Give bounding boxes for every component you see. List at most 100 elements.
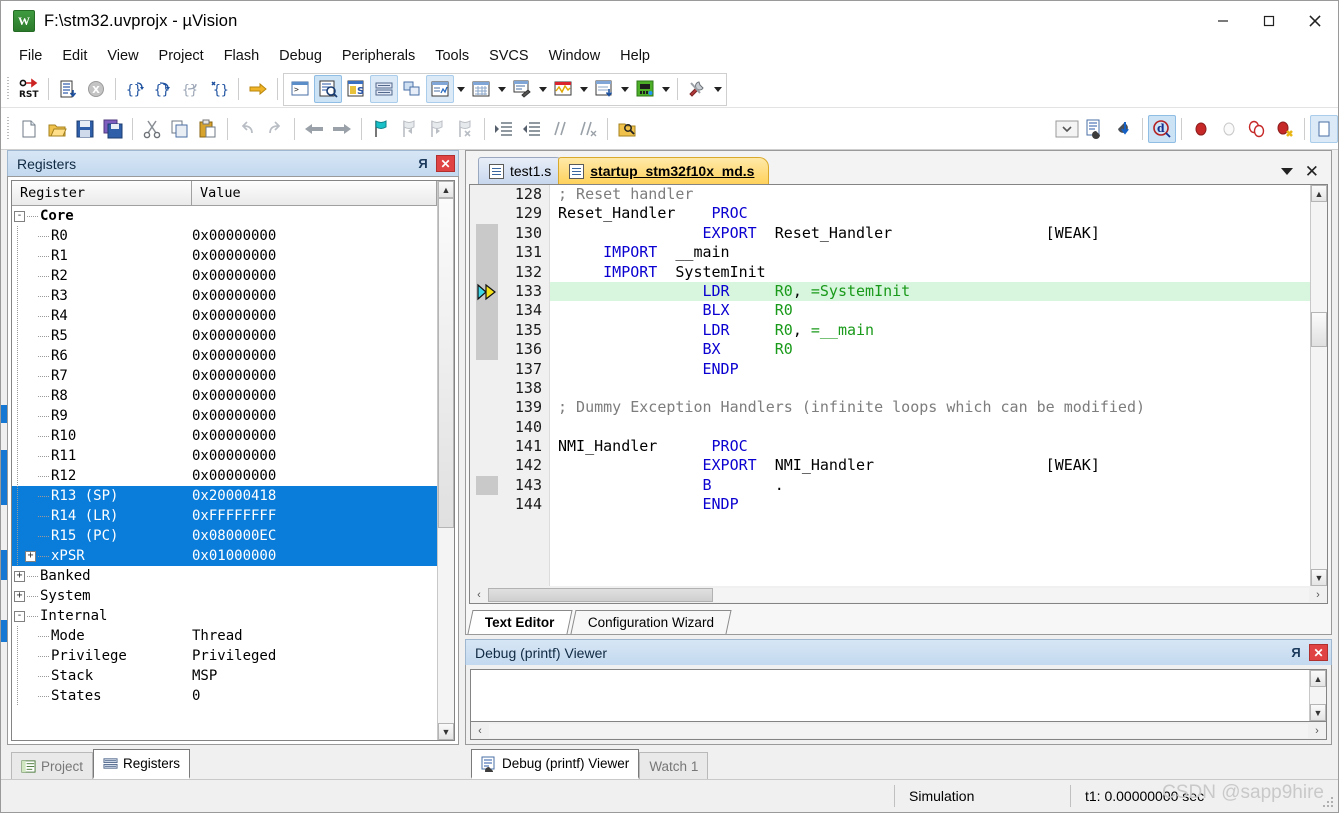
run-to-cursor-icon[interactable]: {} — [205, 75, 233, 103]
code-line[interactable]: ENDP — [550, 495, 1310, 514]
code-line[interactable]: BX R0 — [550, 340, 1310, 359]
scroll-track[interactable] — [438, 198, 454, 723]
stop-icon[interactable]: X — [82, 75, 110, 103]
expand-icon[interactable]: + — [14, 570, 25, 582]
doc-tab-startup-stm32f10x-md[interactable]: startup_stm32f10x_md.s — [558, 157, 770, 184]
register-row[interactable]: Stack MSP — [12, 666, 437, 686]
code-line[interactable] — [550, 418, 1310, 437]
scroll-down-button[interactable]: ▼ — [438, 723, 454, 740]
code-line[interactable]: BLX R0 — [550, 301, 1310, 320]
disable-all-breakpoints-icon[interactable] — [1243, 115, 1271, 143]
code-line[interactable]: LDR R0, =SystemInit — [550, 281, 1310, 302]
undo-icon[interactable] — [233, 115, 261, 143]
analysis-window-icon[interactable] — [549, 75, 577, 103]
register-row[interactable]: R9 0x00000000 — [12, 406, 437, 426]
column-header-register[interactable]: Register — [12, 181, 192, 206]
expand-icon[interactable]: + — [25, 550, 36, 562]
indent-icon[interactable] — [490, 115, 518, 143]
register-row[interactable]: R0 0x00000000 — [12, 226, 437, 246]
toolbox-icon[interactable] — [683, 75, 711, 103]
register-row[interactable]: - Core — [12, 206, 437, 226]
resize-grip[interactable] — [1321, 795, 1335, 809]
tab-text-editor[interactable]: Text Editor — [467, 610, 573, 634]
toolbar-grip[interactable] — [5, 116, 12, 141]
registers-scrollbar[interactable]: ▲ ▼ — [437, 181, 454, 740]
close-icon[interactable]: ✕ — [1309, 644, 1328, 661]
bookmark-toggle-icon[interactable] — [367, 115, 395, 143]
system-viewer-icon[interactable] — [631, 75, 659, 103]
code-line[interactable]: NMI_Handler PROC — [550, 437, 1310, 456]
scroll-thumb[interactable] — [438, 198, 454, 528]
chevron-down-icon[interactable] — [1280, 168, 1293, 175]
menu-project[interactable]: Project — [149, 45, 214, 67]
scroll-track[interactable] — [1310, 687, 1326, 704]
paste-icon[interactable] — [194, 115, 222, 143]
target-selector-icon[interactable] — [1053, 115, 1081, 143]
tab-configuration-wizard[interactable]: Configuration Wizard — [569, 610, 732, 634]
register-row[interactable]: R1 0x00000000 — [12, 246, 437, 266]
code-editor[interactable]: 128 129 130 131 132 133 134 135 136 137 138 139 140 1… — [469, 184, 1328, 586]
scroll-up-button[interactable]: ▲ — [1311, 185, 1327, 202]
system-viewer-dropdown[interactable] — [659, 75, 672, 103]
serial-window-icon[interactable] — [508, 75, 536, 103]
register-row[interactable]: R2 0x00000000 — [12, 266, 437, 286]
target-options-icon[interactable] — [1081, 115, 1109, 143]
close-icon[interactable]: ✕ — [1305, 163, 1319, 180]
command-window-icon[interactable]: > — [286, 75, 314, 103]
code-line[interactable]: ; Reset handler — [550, 185, 1310, 204]
register-row[interactable]: Mode Thread — [12, 626, 437, 646]
kill-all-breakpoints-icon[interactable] — [1271, 115, 1299, 143]
doc-tab-test1[interactable]: test1.s — [478, 157, 567, 184]
code-line[interactable]: Reset_Handler PROC — [550, 204, 1310, 223]
register-row[interactable]: + xPSR 0x01000000 — [12, 546, 437, 566]
minimize-button[interactable] — [1200, 1, 1246, 41]
cut-icon[interactable] — [138, 115, 166, 143]
code-line[interactable]: ENDP — [550, 360, 1310, 379]
dock-tab-watch-1[interactable]: Watch 1 — [639, 752, 709, 779]
run-icon[interactable] — [54, 75, 82, 103]
dock-tab-debug-printf-viewer[interactable]: Debug (printf) Viewer — [471, 749, 640, 779]
expand-icon[interactable]: + — [14, 590, 25, 602]
scroll-right-button[interactable]: › — [1309, 589, 1327, 601]
scroll-left-button[interactable]: ‹ — [471, 725, 489, 737]
code-line[interactable] — [550, 379, 1310, 398]
symbols-window-icon[interactable]: S — [342, 75, 370, 103]
registers-row-list[interactable]: - Core R0 0x00000000 R1 0x00000000 R2 0x0000000… — [12, 206, 437, 740]
scroll-track[interactable] — [489, 723, 1308, 738]
analysis-window-dropdown[interactable] — [577, 75, 590, 103]
dock-tab-project[interactable]: Project — [11, 752, 94, 779]
register-row[interactable]: Privilege Privileged — [12, 646, 437, 666]
close-icon[interactable]: ✕ — [436, 155, 455, 172]
code-line[interactable]: EXPORT Reset_Handler [WEAK] — [550, 224, 1310, 243]
debug-session-icon[interactable]: d — [1148, 114, 1176, 143]
editor-vscrollbar[interactable]: ▲ ▼ — [1310, 185, 1327, 586]
watch-window-icon[interactable] — [426, 75, 454, 103]
register-row[interactable]: R3 0x00000000 — [12, 286, 437, 306]
menu-file[interactable]: File — [9, 45, 52, 67]
scroll-thumb[interactable] — [488, 587, 713, 602]
register-row[interactable]: R6 0x00000000 — [12, 346, 437, 366]
redo-icon[interactable] — [261, 115, 289, 143]
find-in-files-icon[interactable] — [613, 115, 641, 143]
scroll-down-button[interactable]: ▼ — [1310, 704, 1326, 721]
watch-window-dropdown[interactable] — [454, 75, 467, 103]
bookmark-prev-icon[interactable] — [395, 115, 423, 143]
menu-window[interactable]: Window — [539, 45, 611, 67]
code-line[interactable]: IMPORT __main — [550, 243, 1310, 262]
code-line[interactable]: LDR R0, =__main — [550, 321, 1310, 340]
comment-icon[interactable] — [546, 115, 574, 143]
menu-tools[interactable]: Tools — [425, 45, 479, 67]
step-icon[interactable]: {} — [121, 75, 149, 103]
pin-icon[interactable]: Я — [414, 155, 432, 173]
pin-icon[interactable]: Я — [1287, 644, 1305, 662]
reset-cpu-icon[interactable]: RST — [15, 75, 43, 103]
code-line[interactable]: EXPORT NMI_Handler [WEAK] — [550, 456, 1310, 475]
scroll-track[interactable] — [1311, 202, 1327, 569]
scroll-thumb[interactable] — [1311, 312, 1327, 347]
debug-viewer-output[interactable] — [471, 670, 1309, 721]
call-stack-window-icon[interactable] — [398, 75, 426, 103]
register-row[interactable]: R14 (LR) 0xFFFFFFFF — [12, 506, 437, 526]
save-icon[interactable] — [71, 115, 99, 143]
scroll-right-button[interactable]: › — [1308, 725, 1326, 737]
navigate-forward-icon[interactable] — [328, 115, 356, 143]
